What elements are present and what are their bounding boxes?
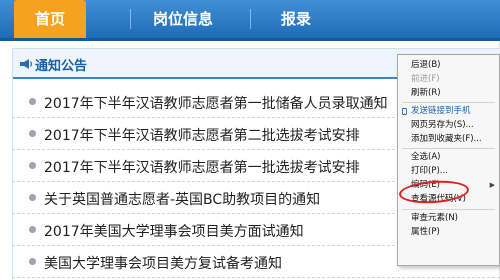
notice-link[interactable]: 2017年下半年汉语教师志愿者第一批选拔考试安排: [44, 157, 360, 177]
menu-item-label: 刷新(R): [411, 88, 441, 98]
bullet-icon: [29, 130, 36, 137]
nav-separator: [250, 9, 251, 29]
context-menu: 后退(B) 前进(F) 刷新(R) 发送链接到手机 网页另存为(S)... 添加…: [397, 54, 500, 266]
menu-item-print[interactable]: 打印(P)...: [398, 165, 499, 178]
menu-item-label: 发送链接到手机: [411, 106, 471, 116]
nav-jobs[interactable]: 岗位信息: [134, 0, 232, 38]
notice-link[interactable]: 2017年下半年汉语教师志愿者第一批储备人员录取通知: [44, 93, 388, 113]
menu-item-label: 打印(P)...: [411, 166, 448, 176]
menu-item-refresh[interactable]: 刷新(R): [398, 87, 499, 100]
menu-item-label: 网页另存为(S)...: [411, 120, 474, 130]
menu-item-forward[interactable]: 前进(F): [398, 73, 499, 86]
menu-item-label: 全选(A): [411, 152, 441, 162]
notice-link[interactable]: 关于英国普通志愿者-英国BC助教项目的通知: [44, 189, 320, 209]
bullet-icon: [29, 194, 36, 201]
bullet-icon: [29, 258, 36, 265]
menu-item-properties[interactable]: 属性(P): [398, 226, 499, 239]
bullet-icon: [29, 226, 36, 233]
menu-separator: [402, 209, 495, 210]
notice-link[interactable]: 2017年美国大学理事会项目美方面试通知: [44, 221, 304, 241]
notice-title: 通知公告: [35, 59, 88, 74]
menu-item-inspect[interactable]: 审查元素(N): [398, 212, 499, 225]
nav-admission[interactable]: 报录: [266, 0, 326, 38]
nav-home[interactable]: 首页: [14, 0, 86, 38]
menu-item-label: 前进(F): [411, 74, 440, 84]
phone-icon: [402, 108, 407, 115]
menu-separator: [402, 102, 495, 103]
notice-link[interactable]: 美国大学理事会项目美方复试备考通知: [44, 253, 282, 273]
bullet-icon: [29, 162, 36, 169]
menu-item-label: 审查元素(N): [411, 213, 458, 223]
menu-item-label: 添加到收藏夹(F)...: [411, 134, 482, 144]
menu-item-label: 属性(P): [411, 227, 440, 237]
menu-item-send-to-phone[interactable]: 发送链接到手机: [398, 105, 499, 118]
menu-separator: [402, 148, 495, 149]
menu-item-add-favorite[interactable]: 添加到收藏夹(F)...: [398, 133, 499, 146]
bullet-icon: [29, 98, 36, 105]
top-navigation: 首页 岗位信息 报录: [0, 0, 500, 41]
menu-item-back[interactable]: 后退(B): [398, 59, 499, 72]
menu-item-save-as[interactable]: 网页另存为(S)...: [398, 119, 499, 132]
megaphone-icon: [20, 59, 33, 69]
notice-link[interactable]: 2017年下半年汉语教师志愿者第二批选拔考试安排: [44, 125, 360, 145]
nav-separator: [130, 9, 131, 29]
menu-item-label: 后退(B): [411, 60, 441, 70]
submenu-arrow-icon: ▶: [489, 181, 495, 189]
menu-item-select-all[interactable]: 全选(A): [398, 151, 499, 164]
